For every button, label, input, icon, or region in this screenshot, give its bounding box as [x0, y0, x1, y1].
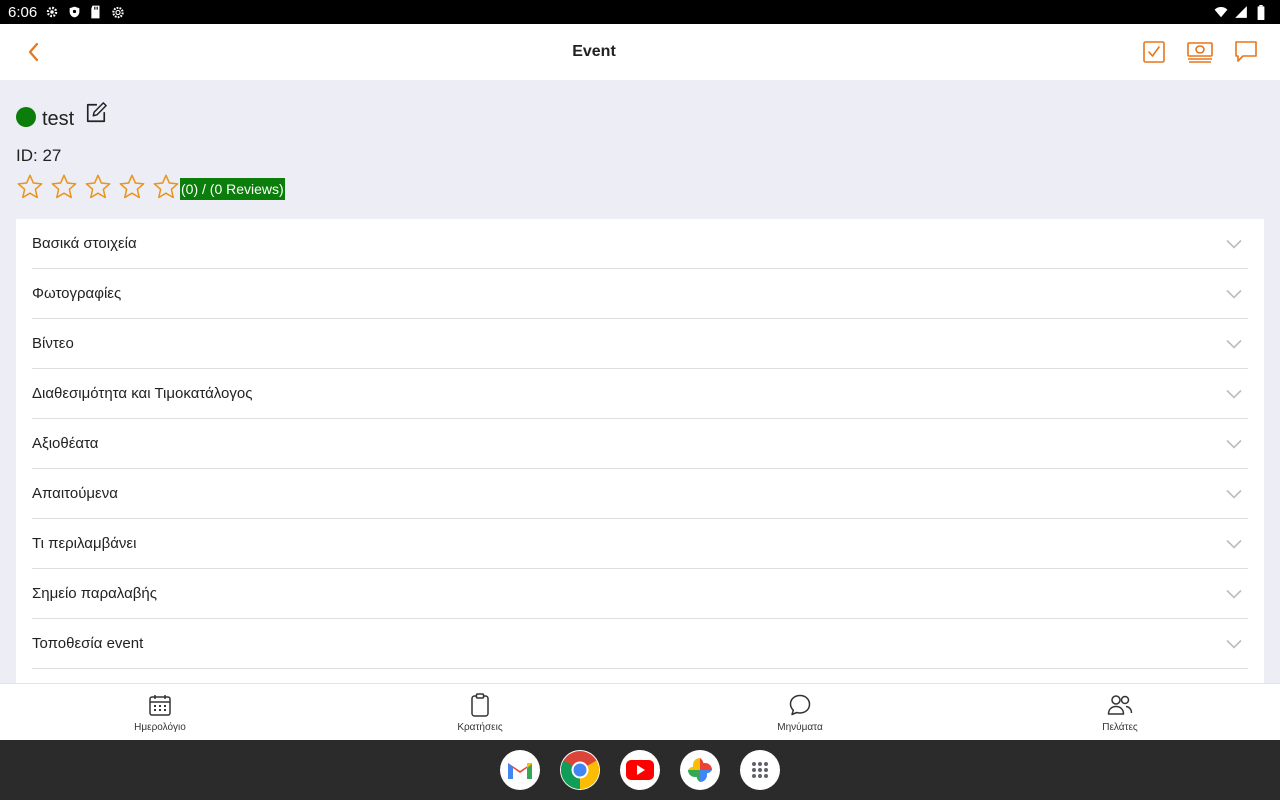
star-icon[interactable] [84, 173, 112, 201]
users-icon [1107, 692, 1133, 718]
messages-icon [787, 692, 813, 718]
settings-alt-icon [111, 5, 125, 19]
rating-summary: (0) / (0 Reviews) [180, 177, 285, 200]
event-name: test [42, 107, 75, 130]
chevron-down-icon [1224, 234, 1244, 254]
chevron-down-icon [1224, 484, 1244, 504]
section-label: Αξιοθέατα [32, 435, 99, 452]
nav-label: Ημερολόγιο [134, 721, 186, 733]
wifi-icon [1214, 5, 1228, 19]
status-indicator [16, 107, 36, 127]
chat-button[interactable] [1232, 38, 1260, 66]
payments-button[interactable] [1186, 38, 1214, 66]
section-label: Σημείο παραλαβής [32, 585, 157, 602]
nav-label: Μηνύματα [777, 721, 823, 733]
page-title: Event [572, 43, 616, 60]
sections-list: Βασικά στοιχεία Φωτογραφίες Βίντεο Διαθε… [16, 219, 1264, 683]
chat-bubble-icon [1235, 41, 1257, 62]
battery-icon [1254, 4, 1268, 20]
event-header: test ID: 27 (0) / (0 Reviews) [16, 100, 1264, 202]
nav-messages[interactable]: Μηνύματα [640, 684, 960, 740]
signal-icon [1234, 5, 1248, 19]
nav-bookings[interactable]: Κρατήσεις [320, 684, 640, 740]
section-photos[interactable]: Φωτογραφίες [32, 269, 1248, 319]
section-pickup-point[interactable]: Σημείο παραλαβής [32, 569, 1248, 619]
section-event-location[interactable]: Τοποθεσία event [32, 619, 1248, 669]
section-video[interactable]: Βίντεο [32, 319, 1248, 369]
section-label: Φωτογραφίες [32, 285, 122, 302]
top-app-bar: Event [0, 24, 1280, 80]
sd-card-icon [89, 5, 103, 19]
gmail-icon[interactable] [500, 750, 540, 790]
section-label: Βίντεο [32, 335, 74, 352]
nav-customers[interactable]: Πελάτες [960, 684, 1280, 740]
star-icon[interactable] [118, 173, 146, 201]
gear-icon [45, 5, 59, 19]
chevron-down-icon [1224, 434, 1244, 454]
chevron-down-icon [1224, 284, 1244, 304]
calendar-icon [147, 692, 173, 718]
nav-calendar[interactable]: Ημερολόγιο [0, 684, 320, 740]
edit-button[interactable] [84, 101, 108, 125]
photos-icon[interactable] [680, 750, 720, 790]
clock: 6:06 [8, 3, 38, 21]
star-icon[interactable] [152, 173, 180, 201]
app-drawer-icon[interactable] [740, 750, 780, 790]
money-icon [1187, 42, 1213, 63]
section-requirements[interactable]: Απαιτούμενα [32, 469, 1248, 519]
section-label: Διαθεσιμότητα και Τιμοκατάλογος [32, 385, 253, 402]
youtube-icon[interactable] [620, 750, 660, 790]
nav-label: Κρατήσεις [457, 721, 503, 733]
star-icon[interactable] [50, 173, 78, 201]
section-label: Τι περιλαμβάνει [32, 535, 137, 552]
section-label: Τοποθεσία event [32, 635, 144, 652]
chevron-down-icon [1224, 534, 1244, 554]
chevron-down-icon [1224, 584, 1244, 604]
chevron-down-icon [1224, 634, 1244, 654]
checkbox-icon [1143, 41, 1165, 63]
clipboard-icon [467, 692, 493, 718]
section-basic-info[interactable]: Βασικά στοιχεία [32, 219, 1248, 269]
edit-icon [87, 102, 108, 123]
star-icon[interactable] [16, 173, 44, 201]
chrome-icon[interactable] [560, 750, 600, 790]
section-label: Βασικά στοιχεία [32, 235, 137, 252]
chevron-down-icon [1224, 334, 1244, 354]
section-availability-pricing[interactable]: Διαθεσιμότητα και Τιμοκατάλογος [32, 369, 1248, 419]
system-dock [0, 740, 1280, 800]
shield-icon [67, 5, 81, 19]
bottom-navigation: Ημερολόγιο Κρατήσεις Μηνύματα Πελάτες [0, 683, 1280, 740]
rating: (0) / (0 Reviews) [16, 172, 1264, 202]
event-id: ID: 27 [16, 146, 62, 165]
tasks-button[interactable] [1140, 38, 1168, 66]
status-bar: 6:06 [0, 0, 1280, 24]
chevron-down-icon [1224, 384, 1244, 404]
section-includes[interactable]: Τι περιλαμβάνει [32, 519, 1248, 569]
nav-label: Πελάτες [1102, 721, 1138, 733]
section-sights[interactable]: Αξιοθέατα [32, 419, 1248, 469]
section-label: Απαιτούμενα [32, 485, 118, 502]
